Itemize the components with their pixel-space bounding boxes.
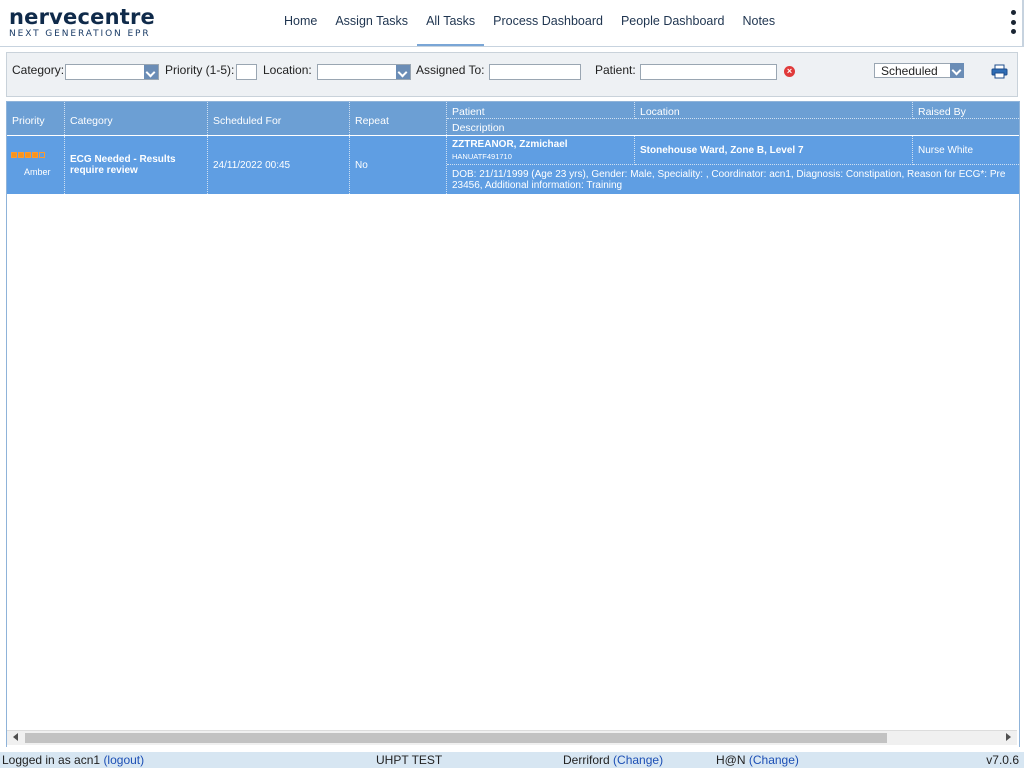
patient-cell: ZZTREANOR, Zzmichael HANUATF491710 — [447, 136, 635, 165]
app-header: nervecentre NEXT GENERATION EPR Home Ass… — [0, 0, 1024, 47]
description-line-2: 23456, Additional information: Training — [452, 180, 623, 191]
team-status: H@N (Change) — [716, 752, 799, 768]
version-label: v7.0.6 — [986, 753, 1019, 767]
scheduled-for-value: 24/11/2022 00:45 — [213, 160, 291, 171]
col-category[interactable]: Category — [65, 102, 208, 135]
more-menu-icon[interactable] — [1010, 10, 1016, 34]
nav-people-dashboard[interactable]: People Dashboard — [612, 0, 734, 44]
raised-by-cell: Nurse White — [913, 136, 1019, 165]
priority-indicator-icon — [11, 152, 45, 158]
priority-text: Amber — [24, 167, 51, 177]
col-patient[interactable]: Patient — [447, 102, 635, 119]
col-repeat[interactable]: Repeat — [350, 102, 447, 135]
repeat-value: No — [355, 160, 368, 171]
scroll-left-icon[interactable] — [13, 733, 18, 741]
scheduled-for-cell: 24/11/2022 00:45 — [208, 136, 350, 194]
nav-assign-tasks[interactable]: Assign Tasks — [326, 0, 417, 44]
col-description[interactable]: Description — [447, 119, 1019, 135]
nav-home[interactable]: Home — [275, 0, 326, 44]
table-header: Priority Category Scheduled For Repeat P… — [7, 102, 1019, 135]
chevron-down-icon — [396, 65, 410, 79]
col-scheduled-for[interactable]: Scheduled For — [208, 102, 350, 135]
scroll-thumb[interactable] — [25, 733, 887, 743]
chevron-down-icon — [144, 65, 158, 79]
site-name: Derriford — [563, 753, 610, 767]
assigned-to-label: Assigned To: — [416, 63, 485, 77]
team-name: H@N — [716, 753, 746, 767]
scroll-right-icon[interactable] — [1006, 733, 1011, 741]
category-line-2: require review — [70, 165, 138, 176]
login-status: Logged in as acn1 (logout) — [2, 752, 144, 768]
chevron-down-icon — [950, 63, 964, 78]
logo-wordmark: nervecentre — [9, 5, 155, 29]
patient-input[interactable] — [640, 64, 777, 80]
nav-process-dashboard[interactable]: Process Dashboard — [484, 0, 612, 44]
category-line-1: ECG Needed - Results — [70, 154, 176, 165]
nav-all-tasks[interactable]: All Tasks — [417, 0, 485, 46]
status-selected-value: Scheduled — [881, 64, 938, 78]
logo-tagline: NEXT GENERATION EPR — [9, 29, 151, 39]
main-nav: Home Assign Tasks All Tasks Process Dash… — [275, 0, 784, 46]
category-cell: ECG Needed - Results require review — [65, 136, 208, 194]
location-value: Stonehouse Ward, Zone B, Level 7 — [640, 145, 804, 156]
patient-id: HANUATF491710 — [452, 152, 512, 161]
location-cell: Stonehouse Ward, Zone B, Level 7 — [635, 136, 913, 165]
environment-label: UHPT TEST — [376, 753, 443, 767]
priority-cell: Amber — [7, 136, 65, 194]
site-status: Derriford (Change) — [563, 752, 663, 768]
status-select[interactable]: Scheduled — [874, 63, 964, 78]
horizontal-scrollbar[interactable] — [7, 730, 1017, 745]
location-select[interactable] — [317, 64, 411, 80]
col-location[interactable]: Location — [635, 102, 913, 119]
col-raised-by[interactable]: Raised By — [913, 102, 1019, 119]
task-table: Priority Category Scheduled For Repeat P… — [6, 101, 1020, 747]
patient-label: Patient: — [595, 63, 636, 77]
table-row[interactable]: Amber ECG Needed - Results require revie… — [7, 136, 1019, 194]
category-label: Category: — [12, 63, 65, 77]
col-priority[interactable]: Priority — [7, 102, 65, 135]
clear-icon[interactable]: × — [784, 66, 795, 77]
priority-label: Priority (1-5): — [165, 63, 235, 77]
category-select[interactable] — [65, 64, 159, 80]
raised-by-value: Nurse White — [918, 145, 974, 156]
logged-in-text: Logged in as acn1 — [2, 753, 101, 767]
change-site-link[interactable]: (Change) — [613, 753, 663, 767]
logout-link[interactable]: (logout) — [103, 753, 144, 767]
print-icon[interactable] — [991, 64, 1008, 79]
filter-bar: Category: Priority (1-5): Location: Assi… — [6, 52, 1018, 97]
assigned-to-input[interactable] — [489, 64, 581, 80]
location-label: Location: — [263, 63, 312, 77]
change-team-link[interactable]: (Change) — [749, 753, 799, 767]
nav-notes[interactable]: Notes — [733, 0, 784, 44]
nervecentre-logo[interactable]: nervecentre NEXT GENERATION EPR — [9, 6, 155, 40]
repeat-cell: No — [350, 136, 447, 194]
status-bar: Logged in as acn1 (logout) UHPT TEST Der… — [0, 752, 1024, 768]
description-line-1: DOB: 21/11/1999 (Age 23 yrs), Gender: Ma… — [452, 169, 1006, 180]
priority-input[interactable] — [236, 64, 257, 80]
description-cell: DOB: 21/11/1999 (Age 23 yrs), Gender: Ma… — [447, 165, 1019, 194]
patient-name: ZZTREANOR, Zzmichael — [452, 139, 568, 150]
